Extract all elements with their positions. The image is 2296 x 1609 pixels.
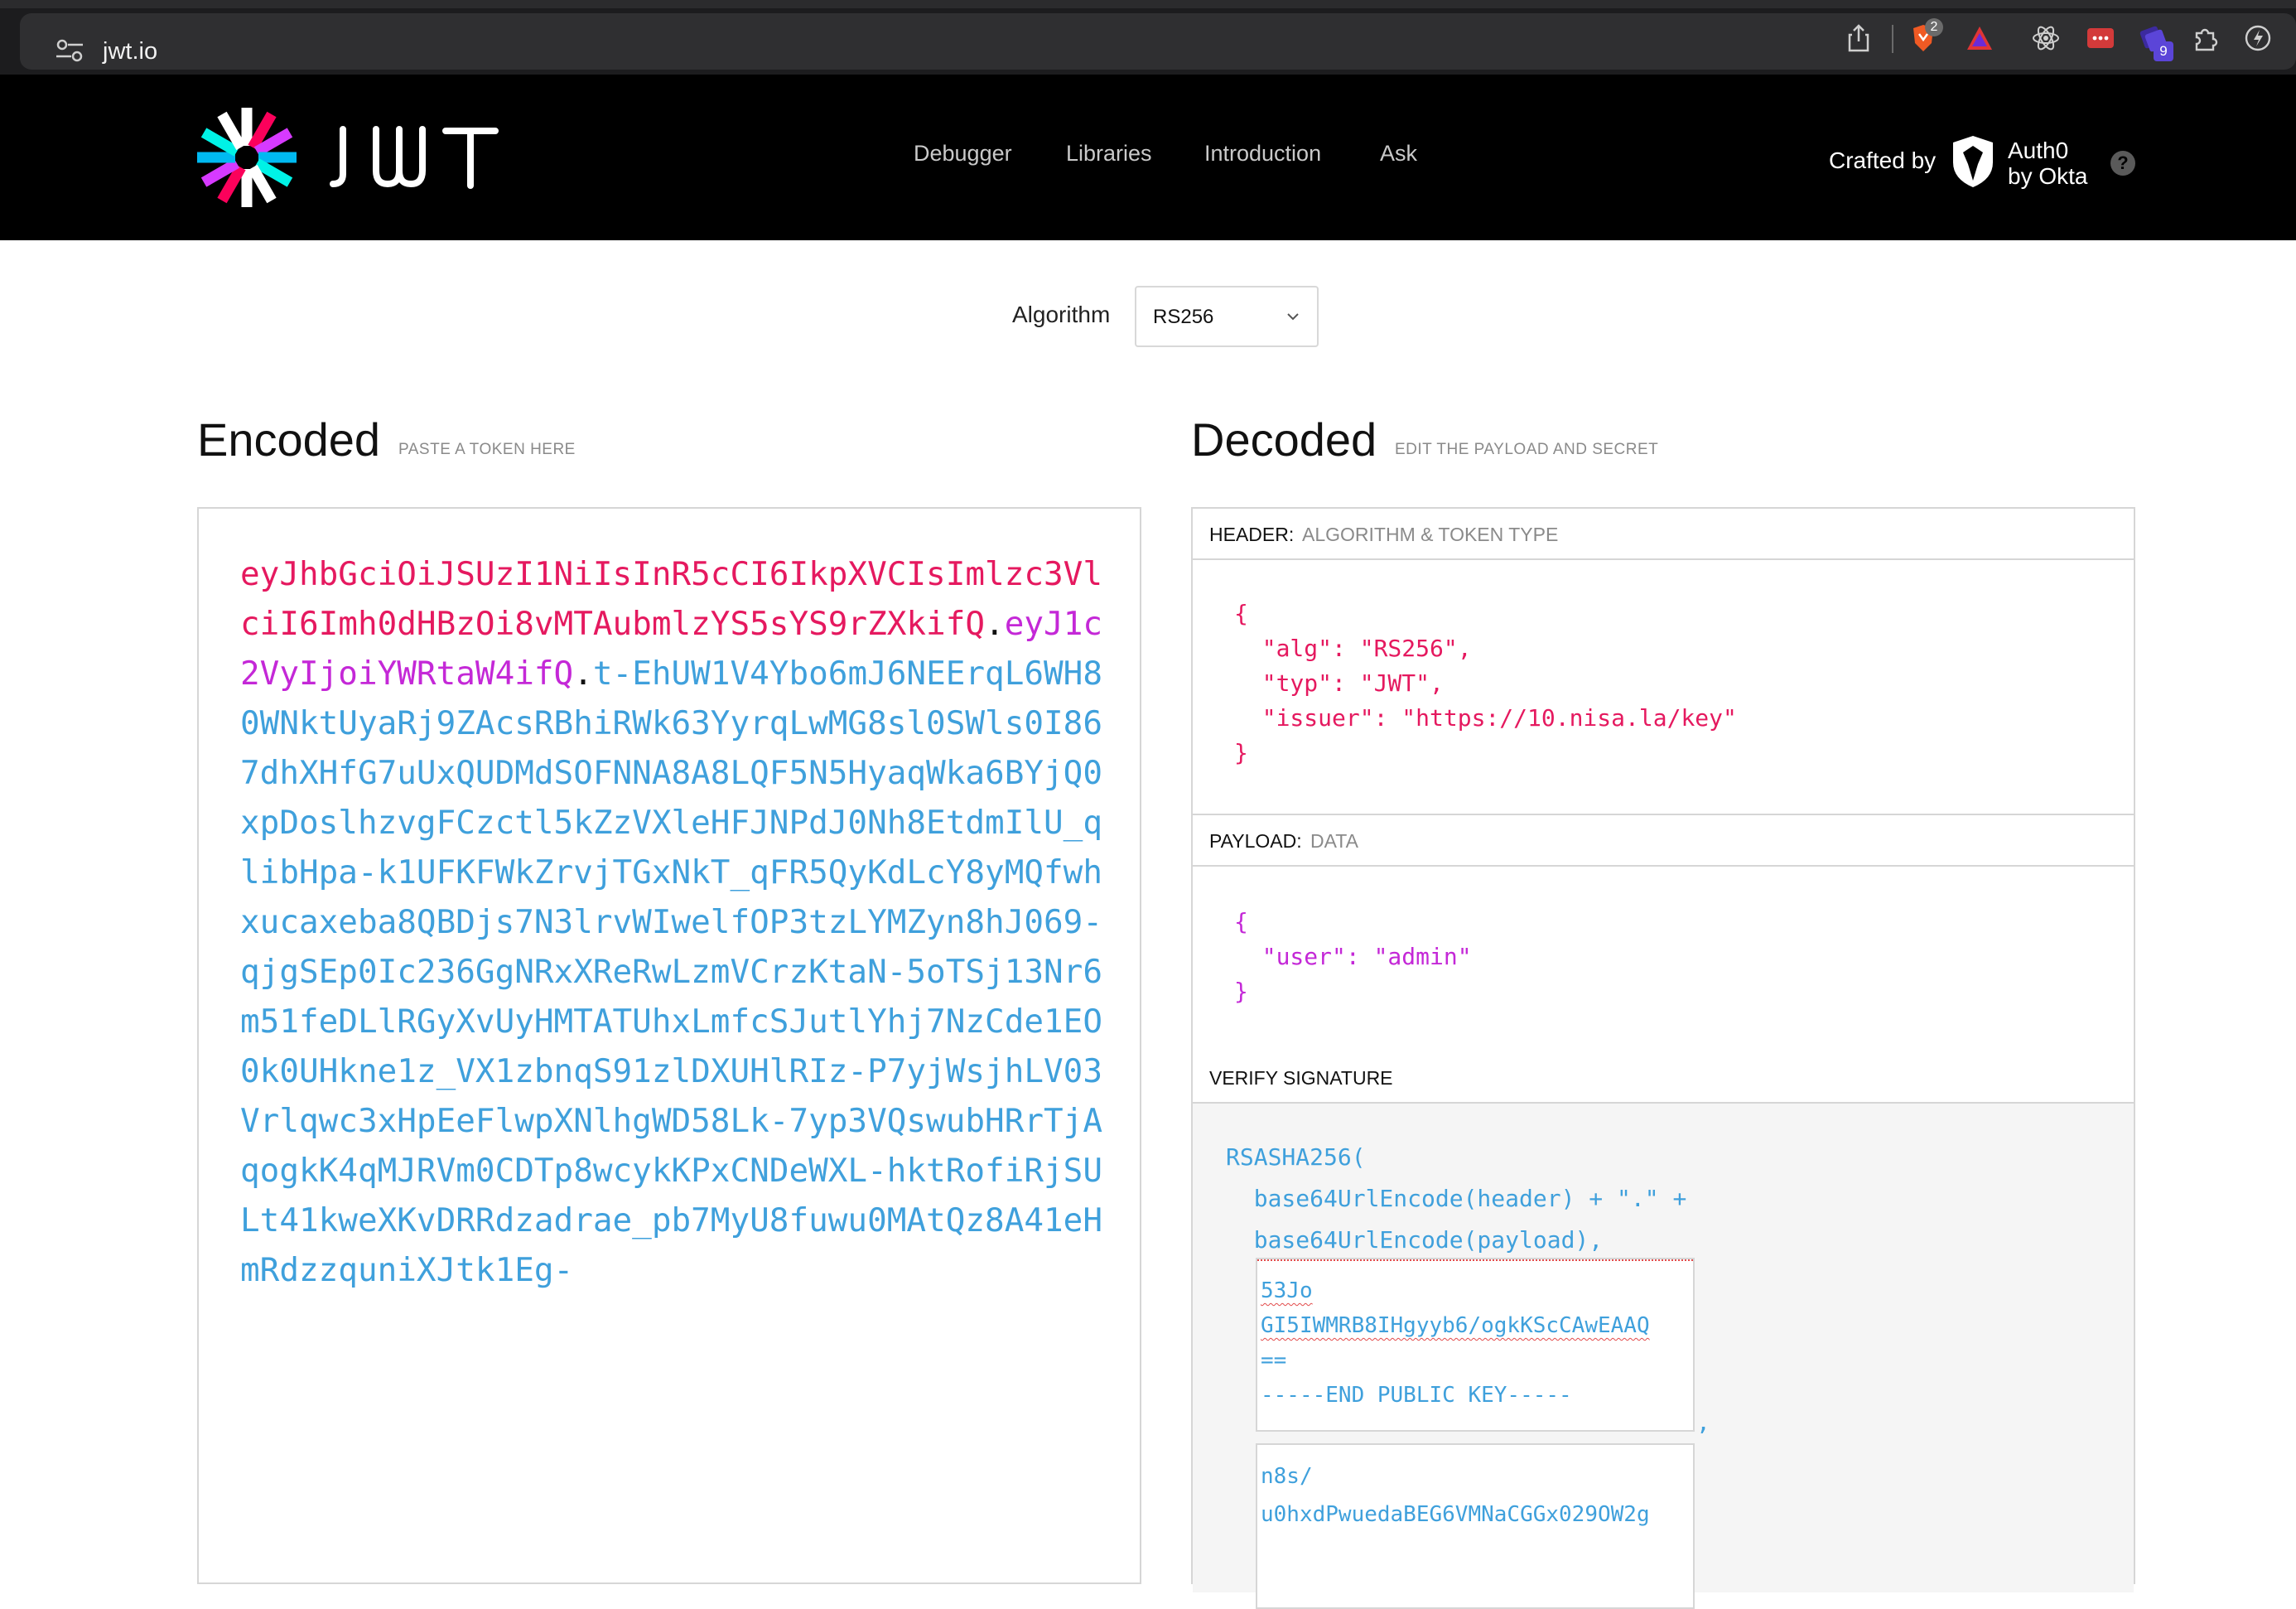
decoded-hint: EDIT THE PAYLOAD AND SECRET — [1395, 441, 1659, 458]
public-key-line: -----END PUBLIC KEY----- — [1261, 1383, 1572, 1408]
nav-libraries[interactable]: Libraries — [1066, 141, 1152, 167]
decoded-panel: HEADER: ALGORITHM & TOKEN TYPE { "alg": … — [1191, 507, 2135, 1609]
payload-json-editor[interactable]: { "user": "admin" } — [1234, 905, 1472, 1009]
token-header-part: eyJhbGciOiJSUzI1NiIsInR5cCI6IkpXVCIsImlz… — [240, 556, 1102, 643]
window-top-edge — [0, 0, 2296, 8]
auth0-brand-line2: by Okta — [2008, 163, 2088, 189]
share-icon[interactable] — [1844, 23, 1874, 53]
token-text[interactable]: eyJhbGciOiJSUzI1NiIsInR5cCI6IkpXVCIsImlz… — [240, 550, 1118, 1296]
browser-chrome: jwt.io 2 9 — [0, 0, 2296, 75]
spellcheck-mark — [1257, 1259, 1693, 1261]
brave-badge-count: 2 — [1925, 18, 1943, 36]
help-icon[interactable]: ? — [2110, 151, 2135, 176]
header-sublabel: ALGORITHM & TOKEN TYPE — [1302, 524, 1559, 545]
payload-section-title: PAYLOAD: DATA — [1193, 815, 2134, 867]
public-key-line: == — [1261, 1348, 1287, 1373]
jwt-wordmark-logo — [330, 126, 499, 189]
signature-formula: RSASHA256( base64UrlEncode(header) + "."… — [1226, 1143, 1687, 1254]
site-header: Debugger Libraries Introduction Ask Craf… — [0, 75, 2296, 240]
password-manager-icon[interactable] — [2086, 23, 2115, 53]
token-signature-part: t-EhUW1V4Ybo6mJ6NEErqL6WH80WNktUyaRj9ZAc… — [240, 655, 1103, 1289]
extensions-puzzle-icon[interactable] — [2190, 23, 2220, 53]
encoded-token-editor[interactable]: eyJhbGciOiJSUzI1NiIsInR5cCI6IkpXVCIsImlz… — [197, 507, 1141, 1584]
argument-comma: , — [1696, 1408, 1710, 1436]
public-key-line: GI5IWMRB8IHgyyb6/ogkKScCAwEAAQ — [1261, 1313, 1650, 1338]
header-json-editor[interactable]: { "alg": "RS256", "typ": "JWT", "issuer"… — [1234, 597, 1737, 771]
private-key-line: n8s/ — [1261, 1464, 1313, 1489]
decoded-title: Decoded — [1191, 413, 1377, 466]
algorithm-label: Algorithm — [1012, 302, 1111, 327]
brave-rewards-icon[interactable] — [1965, 23, 1995, 53]
nav-debugger[interactable]: Debugger — [914, 141, 1012, 167]
nav-ask[interactable]: Ask — [1380, 141, 1417, 167]
public-key-input[interactable]: 53Jo GI5IWMRB8IHgyyb6/ogkKScCAwEAAQ == -… — [1256, 1258, 1695, 1432]
nav-introduction[interactable]: Introduction — [1204, 141, 1321, 167]
token-dot: . — [573, 655, 593, 693]
toolbar-separator — [1892, 25, 1893, 53]
address-bar[interactable]: jwt.io — [20, 13, 2296, 70]
auth0-shield-icon[interactable] — [1950, 134, 1996, 189]
leo-ai-icon[interactable] — [2243, 23, 2273, 53]
verify-signature-body: RSASHA256( base64UrlEncode(header) + "."… — [1193, 1102, 2134, 1609]
auth0-brand[interactable]: Auth0 by Okta — [2008, 138, 2087, 189]
payload-sublabel: DATA — [1310, 830, 1358, 852]
private-key-line: u0hxdPwuedaBEG6VMNaCGGx029OW2g — [1261, 1502, 1650, 1527]
url-text[interactable]: jwt.io — [103, 38, 157, 65]
algorithm-selected-value: RS256 — [1153, 306, 1214, 328]
verify-signature-label: VERIFY SIGNATURE — [1209, 1067, 1393, 1089]
crafted-by-label: Crafted by — [1829, 147, 1937, 173]
header-section-title: HEADER: ALGORITHM & TOKEN TYPE — [1193, 509, 2134, 560]
react-devtools-icon[interactable] — [2031, 23, 2061, 53]
jwt-logo-icon[interactable] — [195, 106, 298, 209]
token-dot: . — [985, 606, 1005, 643]
algorithm-select[interactable]: RS256 — [1135, 286, 1319, 347]
encoded-hint: PASTE A TOKEN HERE — [398, 441, 576, 458]
payload-label: PAYLOAD: — [1209, 830, 1302, 852]
private-key-input[interactable]: n8s/ u0hxdPwuedaBEG6VMNaCGGx029OW2g — [1256, 1443, 1695, 1609]
header-label: HEADER: — [1209, 524, 1295, 545]
chevron-down-icon — [1287, 313, 1299, 321]
verify-section-title: VERIFY SIGNATURE — [1193, 1052, 2134, 1104]
site-settings-icon[interactable] — [55, 38, 84, 63]
auth0-brand-line1: Auth0 — [2008, 138, 2069, 163]
encoded-title: Encoded — [197, 413, 381, 466]
public-key-line: 53Jo — [1261, 1278, 1313, 1303]
extension-badge-count: 9 — [2154, 41, 2173, 61]
